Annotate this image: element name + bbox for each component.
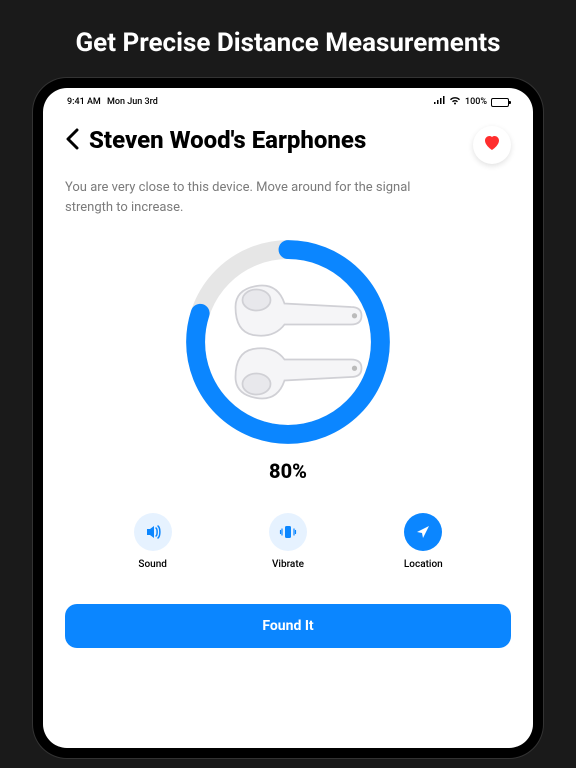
- tablet-screen: 9:41 AM Mon Jun 3rd 100% Steven Wood's E…: [43, 88, 533, 748]
- description-text: You are very close to this device. Move …: [65, 178, 445, 217]
- header-row: Steven Wood's Earphones: [65, 126, 511, 164]
- device-title: Steven Wood's Earphones: [89, 126, 463, 155]
- favorite-button[interactable]: [473, 126, 511, 164]
- status-time: 9:41 AM: [67, 97, 101, 107]
- sound-icon: [134, 513, 172, 551]
- found-it-button[interactable]: Found It: [65, 604, 511, 648]
- location-icon: [404, 513, 442, 551]
- status-right: 100%: [433, 96, 509, 108]
- sound-action[interactable]: Sound: [113, 513, 193, 570]
- location-label: Location: [404, 559, 443, 570]
- status-bar: 9:41 AM Mon Jun 3rd 100%: [65, 88, 511, 112]
- sound-label: Sound: [138, 559, 167, 570]
- heart-icon: [483, 135, 501, 156]
- wifi-icon: [449, 96, 461, 108]
- signal-gauge-wrap: 80%: [65, 237, 511, 483]
- battery-percent: 100%: [465, 97, 487, 107]
- earbuds-icon: [183, 237, 393, 447]
- status-left: 9:41 AM Mon Jun 3rd: [67, 97, 158, 107]
- promo-headline: Get Precise Distance Measurements: [75, 28, 500, 58]
- action-row: Sound Vibrate Location: [65, 513, 511, 570]
- vibrate-label: Vibrate: [272, 559, 304, 570]
- signal-gauge: [183, 237, 393, 447]
- percent-label: 80%: [269, 459, 307, 483]
- tablet-frame: 9:41 AM Mon Jun 3rd 100% Steven Wood's E…: [33, 78, 543, 758]
- vibrate-icon: [269, 513, 307, 551]
- status-date: Mon Jun 3rd: [107, 97, 158, 107]
- signal-icon: [433, 96, 445, 108]
- battery-icon: [491, 98, 509, 107]
- gauge-center: [183, 237, 393, 447]
- vibrate-action[interactable]: Vibrate: [248, 513, 328, 570]
- location-action[interactable]: Location: [383, 513, 463, 570]
- back-icon[interactable]: [65, 128, 79, 156]
